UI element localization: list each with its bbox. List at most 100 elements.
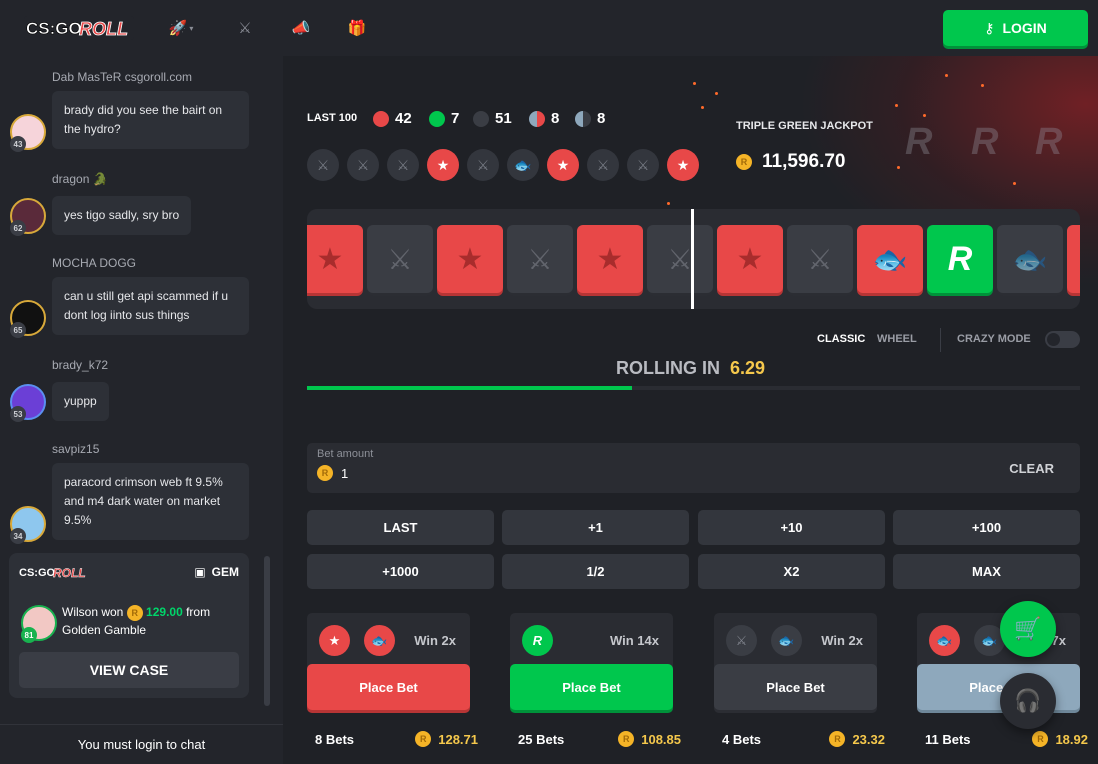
crazy-mode-label: CRAZY MODE [957, 333, 1031, 345]
swords-icon[interactable]: ⚔ [234, 18, 256, 38]
classic-mode-tab[interactable]: CLASSIC [817, 333, 865, 345]
login-label: LOGIN [1002, 20, 1047, 36]
chat-username[interactable]: Dab MasTeR csgoroll.com [52, 70, 192, 84]
site-logo[interactable]: CS:GO ROLL [24, 12, 134, 44]
tile-t: ★ [307, 225, 363, 293]
spark [945, 74, 948, 77]
tile-green-r: R [927, 225, 993, 293]
double-button[interactable]: X2 [698, 554, 885, 589]
spark [897, 166, 900, 169]
max-button[interactable]: MAX [893, 554, 1080, 589]
plus1-button[interactable]: +1 [502, 510, 689, 545]
history-ct-icon: ⚔ [467, 149, 499, 181]
bet-amount-field[interactable]: Bet amount R 1 CLEAR [307, 443, 1080, 493]
chat-login-prompt[interactable]: You must login to chat [0, 724, 283, 764]
chat-username[interactable]: dragon 🐊 [52, 172, 108, 186]
bets-summary-green: 25 Bets R 108.85 [518, 731, 681, 747]
spark [1013, 182, 1016, 185]
clear-button[interactable]: CLEAR [1009, 461, 1054, 476]
support-button[interactable]: 🎧 [1000, 673, 1056, 729]
rocket-icon[interactable]: 🚀 ▾ [169, 18, 194, 38]
chat-message: yes tigo sadly, sry bro [52, 196, 192, 235]
place-bet-green-button[interactable]: Place Bet [510, 664, 673, 710]
bet-card-black: ⚔ 🐟 Win 2x Place Bet [714, 613, 877, 713]
chat-username[interactable]: savpiz15 [52, 442, 99, 456]
history-ct-icon: ⚔ [627, 149, 659, 181]
jackpot-label: TRIPLE GREEN JACKPOT [736, 120, 873, 132]
bets-total: R 108.85 [618, 731, 681, 747]
gift-icon[interactable]: 🎁 [346, 18, 368, 38]
megaphone-icon[interactable]: 📣 [290, 18, 312, 38]
gem-case-label: ▣ GEM [194, 565, 239, 579]
history-ct-icon: ⚔ [387, 149, 419, 181]
winner-name: Wilson won [62, 605, 124, 619]
tile-fish-grey: 🐟 [997, 225, 1063, 293]
jackpot-r-icon: R [1035, 121, 1063, 163]
black-bonus-count: 8 [575, 110, 605, 127]
tile-ct: ⚔ [367, 225, 433, 293]
headset-icon: 🎧 [1014, 688, 1042, 713]
win-multiplier: Win 2x [414, 633, 456, 648]
gem-label: GEM [211, 565, 239, 579]
shopping-cart-button[interactable]: 🛒 [1000, 601, 1056, 657]
top-bar: CS:GO ROLL 🚀 ▾ ⚔ 📣 🎁 ⚷ LOGIN [0, 0, 1098, 56]
coin-icon: R [736, 154, 752, 170]
plus1000-button[interactable]: +1000 [307, 554, 494, 589]
r-icon: R [522, 625, 553, 656]
steam-key-icon: ⚷ [984, 19, 995, 36]
chat-scrollbar[interactable] [264, 556, 270, 706]
plus10-button[interactable]: +10 [698, 510, 885, 545]
case-box-icon: ▣ [194, 565, 206, 579]
history-ct-icon: ⚔ [307, 149, 339, 181]
level-badge: 43 [10, 136, 26, 152]
half-button[interactable]: 1/2 [502, 554, 689, 589]
last100-label: LAST 100 [307, 112, 358, 124]
svg-text:ROLL: ROLL [79, 19, 128, 39]
chat-message: brady did you see the bairt on the hydro… [52, 91, 249, 149]
bets-total: R 18.92 [1032, 731, 1088, 747]
win-multiplier: Win 14x [609, 633, 659, 648]
tile-t: ★ [577, 225, 643, 293]
fish-icon: 🐟 [929, 625, 960, 656]
toggle-knob [1047, 333, 1060, 346]
bets-count: 8 Bets [315, 731, 355, 747]
bets-summary-bonus: 11 Bets R 18.92 [925, 731, 1088, 747]
coin-icon: R [415, 731, 432, 747]
history-fish-icon: 🐟 [507, 149, 539, 181]
chat-username[interactable]: brady_k72 [52, 358, 108, 372]
red-bonus-count: 8 [529, 110, 559, 127]
tile-t [1067, 225, 1080, 293]
svg-text:ROLL: ROLL [53, 566, 86, 580]
login-button[interactable]: ⚷ LOGIN [943, 10, 1088, 46]
spark [701, 106, 704, 109]
plus100-button[interactable]: +100 [893, 510, 1080, 545]
wheel-mode-tab[interactable]: WHEEL [877, 333, 917, 345]
spark [923, 114, 926, 117]
spark [667, 202, 670, 205]
history-t-icon: ★ [547, 149, 579, 181]
history-ct-icon: ⚔ [347, 149, 379, 181]
chat-message: yuppp [52, 382, 109, 421]
place-bet-black-button[interactable]: Place Bet [714, 664, 877, 710]
coin-icon: R [1032, 731, 1049, 747]
jackpot-r-icon: R [905, 121, 933, 163]
bets-total: R 23.32 [829, 731, 885, 747]
green-count: 7 [429, 110, 459, 127]
svg-text:CS:GO: CS:GO [19, 567, 56, 579]
place-bet-red-button[interactable]: Place Bet [307, 664, 470, 710]
tile-ct: ⚔ [647, 225, 713, 293]
last-bet-button[interactable]: LAST [307, 510, 494, 545]
crazy-mode-toggle[interactable] [1045, 331, 1080, 348]
countdown-progress-fill [307, 386, 632, 390]
cart-icon: 🛒 [1014, 616, 1042, 641]
bet-amount-label: Bet amount [317, 448, 374, 460]
coin-icon: R [829, 731, 846, 747]
from-text: from [186, 605, 211, 619]
mode-divider [940, 328, 941, 352]
chat-username[interactable]: MOCHA DOGG [52, 256, 136, 270]
spark [693, 82, 696, 85]
view-case-button[interactable]: VIEW CASE [19, 652, 239, 688]
bets-summary-black: 4 Bets R 23.32 [722, 731, 885, 747]
bet-amount-input[interactable]: R 1 [317, 465, 348, 481]
roulette-main: LAST 100 42 7 51 8 8 ⚔ ⚔ ⚔ ★ ⚔ 🐟 ★ ⚔ ⚔ ★… [283, 56, 1098, 764]
